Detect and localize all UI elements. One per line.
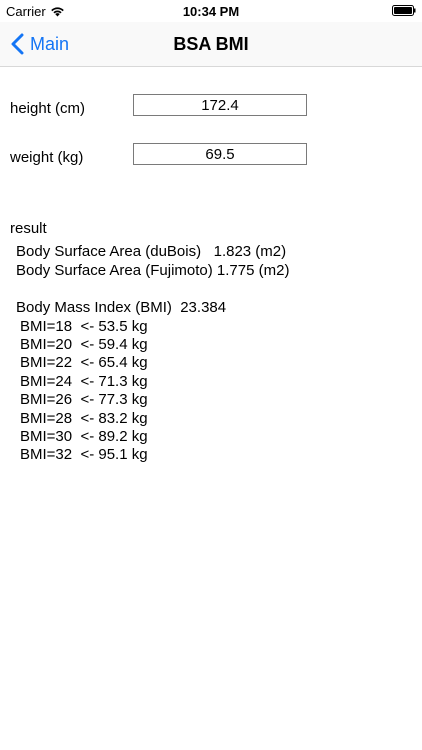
battery-icon (392, 5, 416, 16)
weight-field[interactable] (133, 143, 307, 165)
height-field[interactable] (133, 94, 307, 116)
bmi-table-row: BMI=30 <- 89.2 kg (20, 428, 148, 445)
status-bar: Carrier 10:34 PM (0, 0, 422, 22)
bmi-table-row: BMI=20 <- 59.4 kg (20, 336, 148, 353)
page-title: BSA BMI (173, 34, 249, 54)
bmi-table-row: BMI=32 <- 95.1 kg (20, 446, 148, 463)
bmi-table-row: BMI=18 <- 53.5 kg (20, 318, 148, 335)
status-time: 10:34 PM (182, 4, 240, 19)
result-heading: result (10, 220, 47, 237)
bmi-result: Body Mass Index (BMI) 23.384 (16, 299, 227, 316)
navigation-bar: Main BSA BMI (0, 22, 422, 67)
bsa-dubois-result: Body Surface Area (duBois) 1.823 (m2) (16, 243, 287, 260)
bmi-table-row: BMI=26 <- 77.3 kg (20, 391, 148, 408)
bmi-table-row: BMI=22 <- 65.4 kg (20, 354, 148, 371)
bmi-table-row: BMI=24 <- 71.3 kg (20, 373, 148, 390)
bmi-table-row: BMI=28 <- 83.2 kg (20, 410, 148, 427)
bsa-fujimoto-result: Body Surface Area (Fujimoto) 1.775 (m2) (16, 262, 290, 279)
height-label: height (cm) (10, 100, 86, 117)
weight-label: weight (kg) (10, 149, 84, 166)
